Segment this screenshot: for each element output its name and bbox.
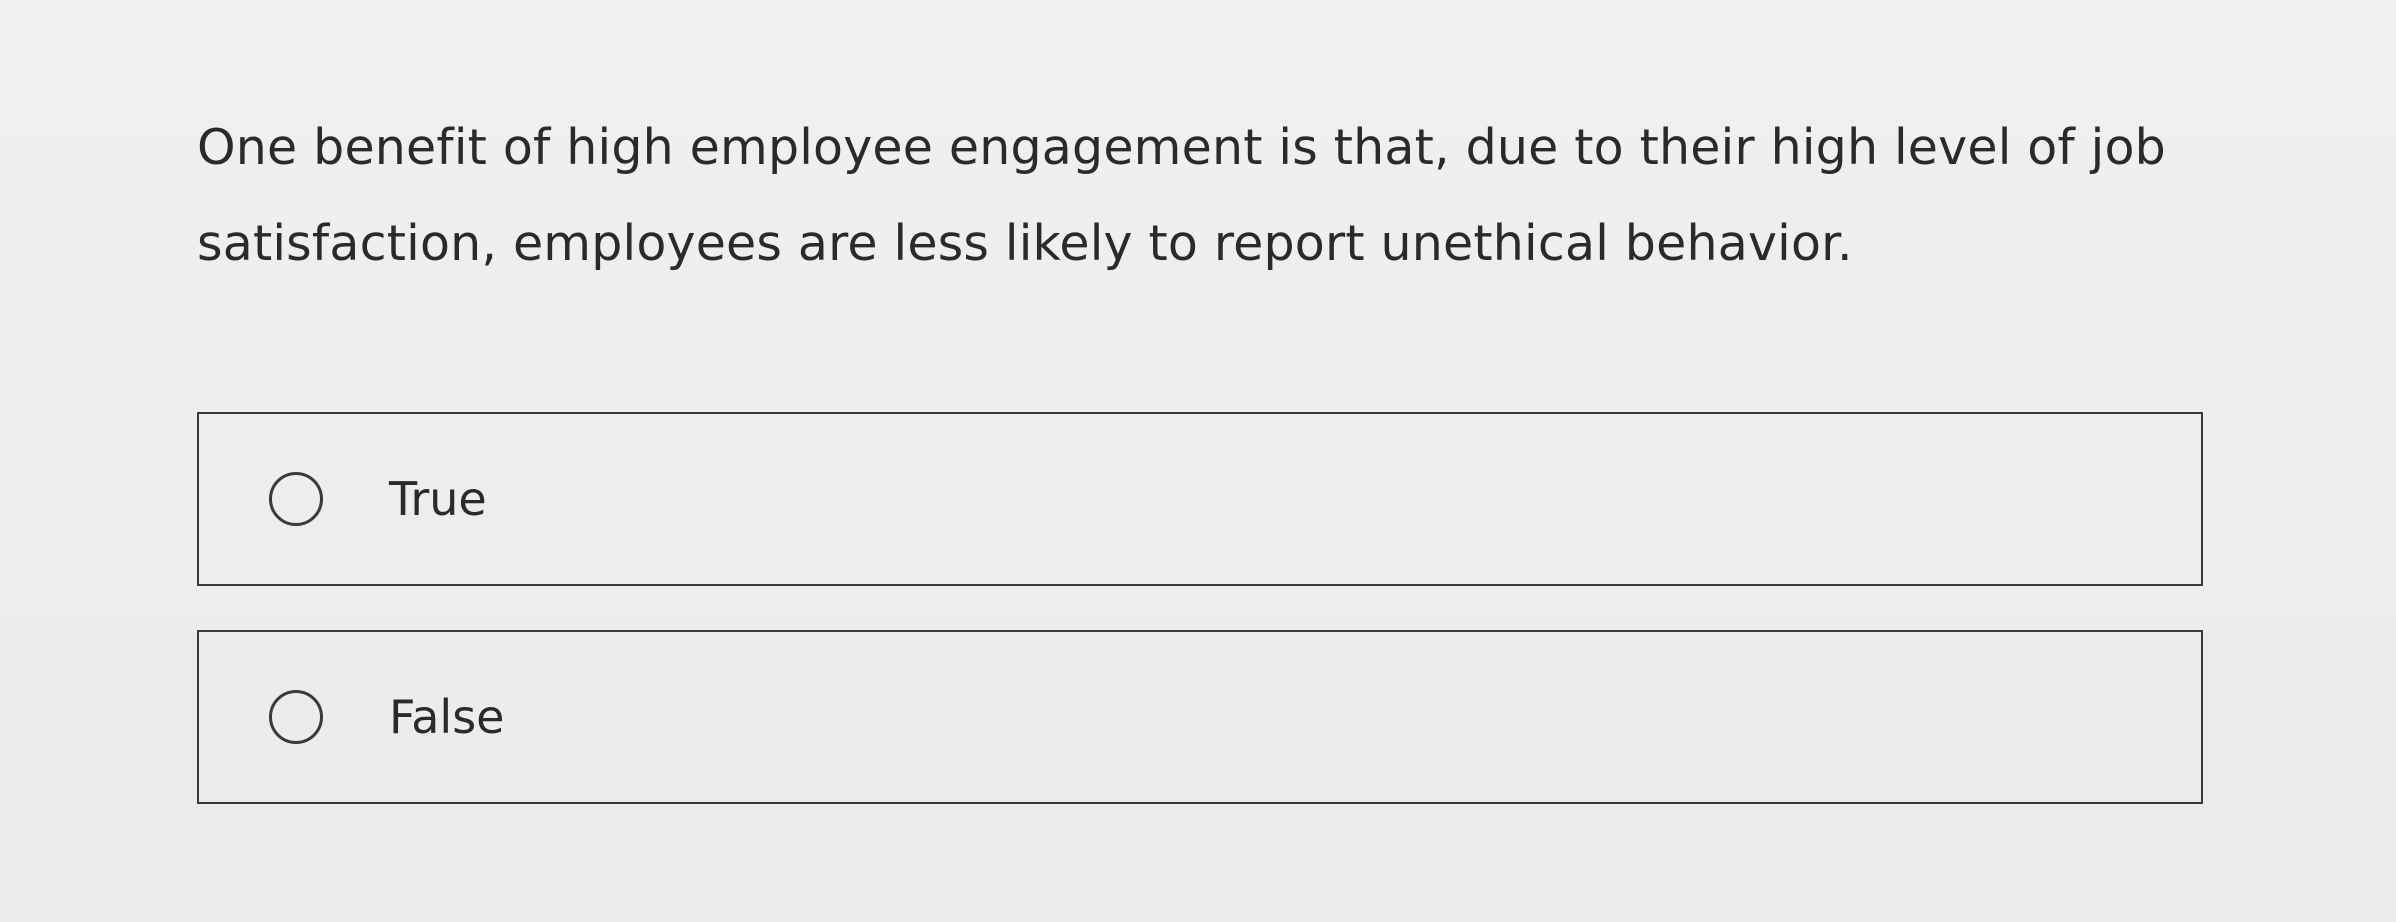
question-line-2: satisfaction, employees are less likely … xyxy=(197,215,1853,272)
radio-unselected-icon[interactable] xyxy=(269,690,323,744)
quiz-page: One benefit of high employee engagement … xyxy=(0,0,2396,922)
option-true[interactable]: True xyxy=(197,412,2203,586)
question-text: One benefit of high employee engagement … xyxy=(197,100,2247,292)
option-false[interactable]: False xyxy=(197,630,2203,804)
radio-unselected-icon[interactable] xyxy=(269,472,323,526)
option-label: True xyxy=(389,472,487,526)
option-label: False xyxy=(389,690,505,744)
question-line-1: One benefit of high employee engagement … xyxy=(197,119,2166,176)
